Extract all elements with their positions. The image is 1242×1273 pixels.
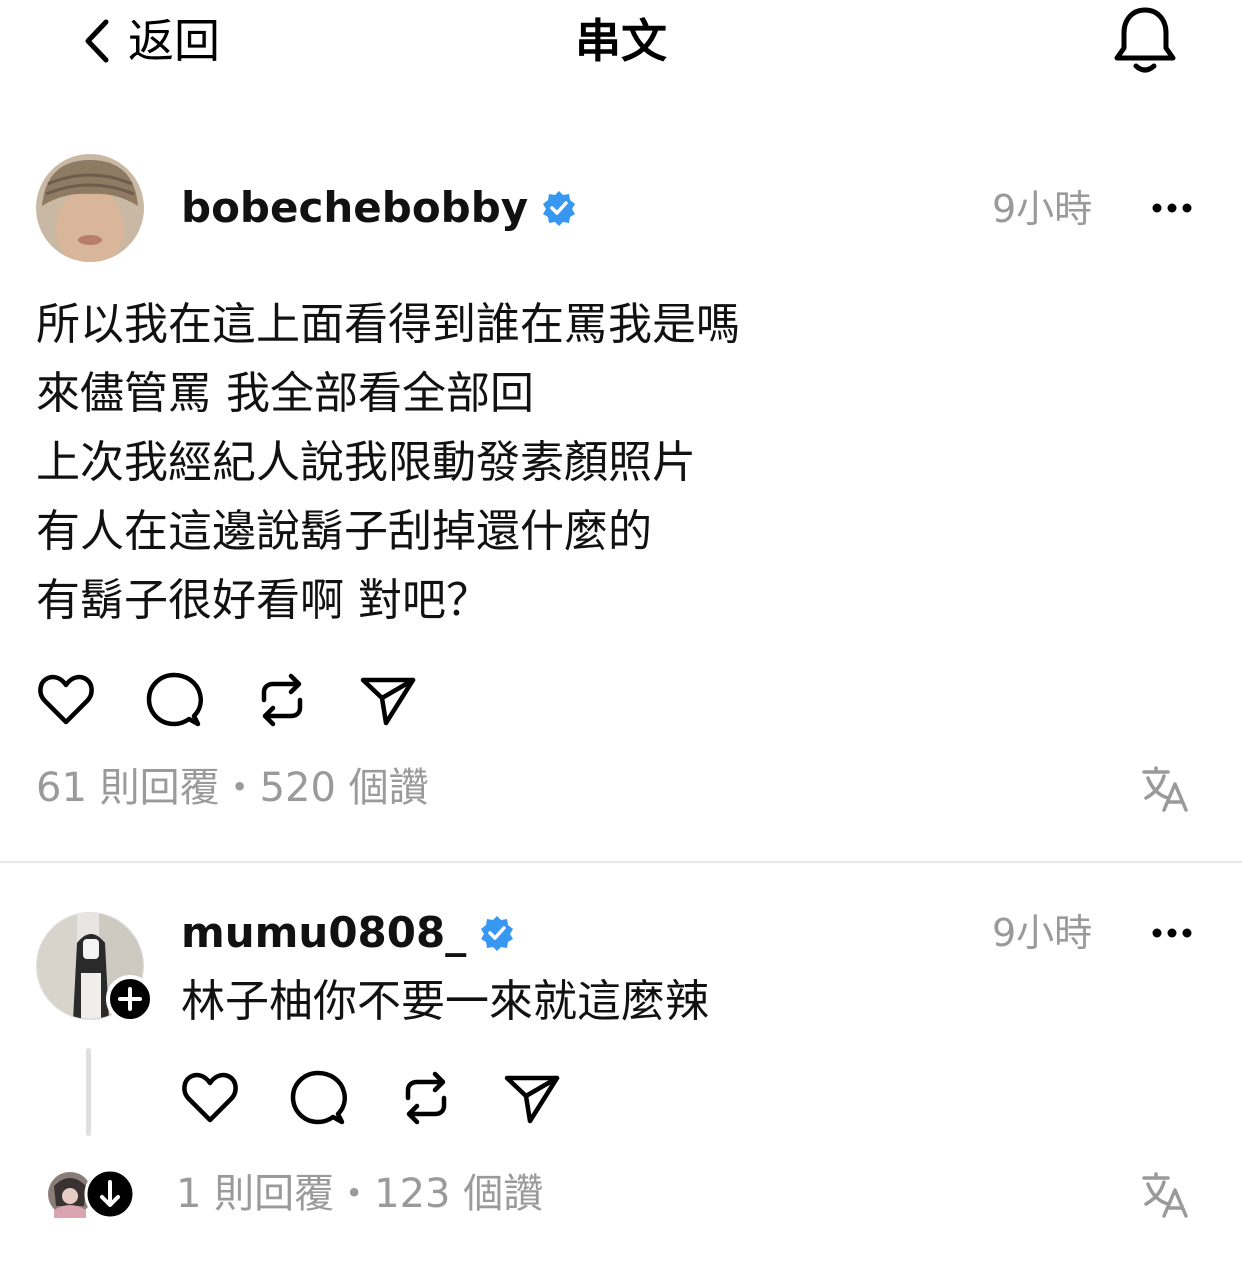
post-actions: [36, 670, 418, 730]
heart-icon: [38, 674, 94, 725]
avatar-photo: [36, 154, 144, 262]
like-button[interactable]: [36, 670, 96, 730]
reply-username[interactable]: mumu0808_: [181, 906, 466, 960]
follow-button[interactable]: [106, 975, 154, 1023]
post-username-row[interactable]: bobechebobby: [181, 181, 578, 235]
send-icon: [360, 677, 416, 726]
reply-body: 林子柚你不要一來就這麼辣: [181, 976, 709, 1027]
reply-time: 9小時: [992, 911, 1093, 955]
more-horizontal-icon: [1152, 928, 1192, 938]
reply-more-button[interactable]: [1150, 920, 1194, 950]
post-avatar[interactable]: [36, 154, 144, 262]
page-title: 串文: [575, 14, 667, 68]
verified-badge-icon: [543, 191, 576, 226]
post-stats[interactable]: 61 則回覆・520 個讚: [36, 762, 429, 814]
share-button[interactable]: [358, 670, 418, 730]
post-username[interactable]: bobechebobby: [181, 181, 528, 235]
send-icon: [504, 1075, 560, 1124]
translate-icon: [1142, 1172, 1188, 1218]
repost-icon: [405, 1071, 447, 1125]
thread-line: [86, 1048, 91, 1136]
post-line: 所以我在這上面看得到誰在罵我是嗎: [36, 299, 740, 350]
comment-button[interactable]: [288, 1068, 348, 1128]
post-time: 9小時: [992, 187, 1093, 231]
reply-participants[interactable]: [46, 1168, 136, 1220]
plus-icon: [118, 987, 142, 1011]
post-line: 上次我經紀人說我限動發素顏照片: [36, 437, 696, 488]
post-line: 來儘管罵 我全部看全部回: [36, 368, 534, 419]
repost-icon: [261, 673, 303, 727]
translate-icon: [1142, 766, 1188, 812]
heart-icon: [182, 1072, 238, 1123]
reply-actions: [180, 1068, 562, 1128]
reply-username-row[interactable]: mumu0808_: [181, 906, 516, 960]
reply-translate-button[interactable]: [1140, 1170, 1190, 1224]
post-more-button[interactable]: [1150, 195, 1194, 225]
like-button[interactable]: [180, 1068, 240, 1128]
comment-icon: [290, 1070, 347, 1125]
more-horizontal-icon: [1152, 203, 1192, 213]
repost-button[interactable]: [252, 670, 312, 730]
post-line: 有鬍子很好看啊 對吧？: [36, 575, 490, 626]
post-line: 有人在這邊說鬍子刮掉還什麼的: [36, 506, 652, 557]
top-nav: 返回 串文: [0, 0, 1242, 90]
reply-stats[interactable]: 1 則回覆・123 個讚: [176, 1168, 543, 1220]
comment-button[interactable]: [144, 670, 204, 730]
divider: [0, 861, 1242, 863]
notifications-button[interactable]: [1110, 4, 1180, 82]
post-body: 所以我在這上面看得到誰在罵我是嗎 來儘管罵 我全部看全部回 上次我經紀人說我限動…: [36, 290, 740, 635]
bell-icon: [1114, 7, 1176, 73]
repost-button[interactable]: [396, 1068, 456, 1128]
arrow-down-icon: [84, 1168, 136, 1220]
comment-icon: [146, 672, 203, 727]
share-button[interactable]: [502, 1068, 562, 1128]
post-translate-button[interactable]: [1140, 764, 1190, 818]
verified-badge-icon: [481, 916, 514, 951]
